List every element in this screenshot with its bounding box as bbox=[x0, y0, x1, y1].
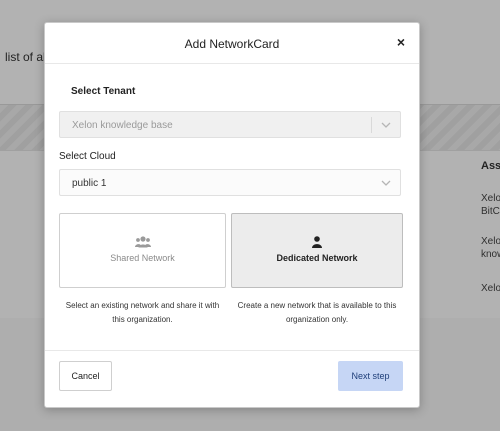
chevron-down-icon bbox=[381, 180, 391, 186]
modal-title: Add NetworkCard bbox=[184, 37, 280, 51]
next-step-button[interactable]: Next step bbox=[338, 361, 403, 391]
add-networkcard-modal: Add NetworkCard × Select Tenant Xelon kn… bbox=[44, 22, 420, 408]
tenant-select-value: Xelon knowledge base bbox=[72, 120, 173, 131]
cancel-button[interactable]: Cancel bbox=[59, 361, 112, 391]
shared-network-description: Select an existing network and share it … bbox=[65, 301, 220, 324]
user-icon bbox=[232, 235, 402, 249]
dedicated-network-label: Dedicated Network bbox=[276, 253, 358, 263]
chevron-down-icon bbox=[381, 122, 391, 128]
close-button[interactable]: × bbox=[397, 35, 405, 49]
cloud-select-value: public 1 bbox=[72, 178, 107, 189]
cloud-select[interactable]: public 1 bbox=[59, 169, 401, 196]
users-icon bbox=[60, 235, 225, 249]
tenant-label: Select Tenant bbox=[71, 86, 136, 97]
dedicated-network-option[interactable]: Dedicated Network bbox=[231, 213, 403, 288]
dedicated-network-description: Create a new network that is available t… bbox=[237, 301, 397, 324]
select-divider bbox=[371, 117, 372, 133]
shared-network-option[interactable]: Shared Network bbox=[59, 213, 226, 288]
cloud-label: Select Cloud bbox=[59, 151, 116, 162]
modal-header: Add NetworkCard × bbox=[45, 23, 419, 64]
tenant-select[interactable]: Xelon knowledge base bbox=[59, 111, 401, 138]
footer-divider bbox=[45, 350, 419, 351]
shared-network-label: Shared Network bbox=[110, 253, 175, 263]
